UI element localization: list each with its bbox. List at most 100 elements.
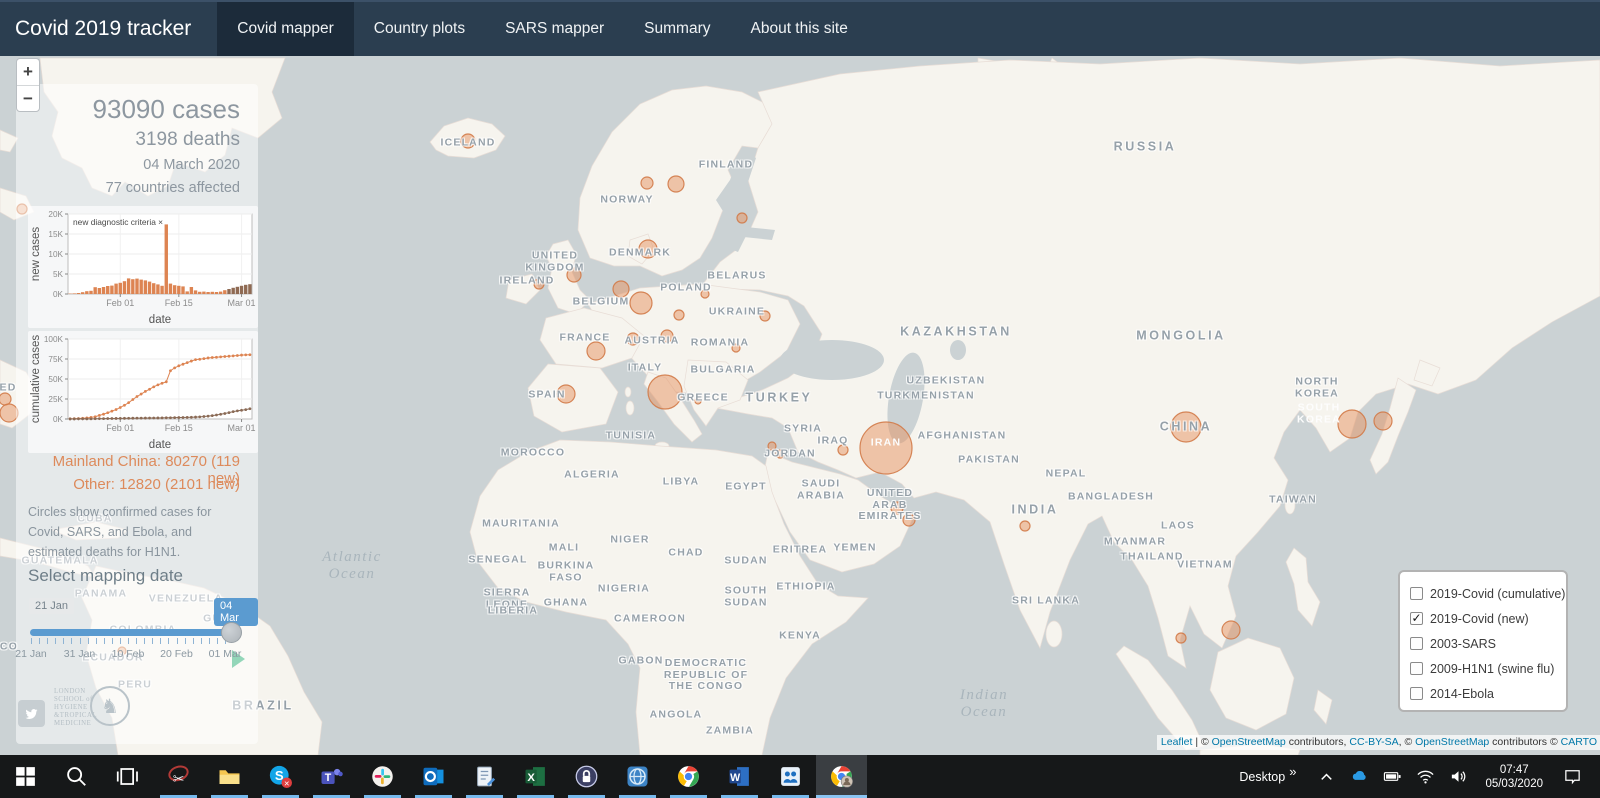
nav-item-sars-mapper[interactable]: SARS mapper <box>485 2 624 56</box>
svg-text:W: W <box>730 772 740 784</box>
legend-option-label[interactable]: 2019-Covid (new) <box>1430 612 1529 626</box>
taskbar-snipping-tool-icon[interactable]: ✂ <box>153 755 204 798</box>
desktop-toolbar-label[interactable]: Desktop <box>1239 770 1285 784</box>
case-circle[interactable] <box>768 442 776 450</box>
taskbar-keepass-icon[interactable] <box>561 755 612 798</box>
date-slider-track[interactable] <box>30 629 226 636</box>
total-deaths: 3198 deaths <box>135 129 240 151</box>
countries-affected: 77 countries affected <box>106 180 240 196</box>
case-circle[interactable] <box>661 330 673 342</box>
case-circle[interactable] <box>567 268 581 282</box>
clock[interactable]: 07:47 05/03/2020 <box>1485 763 1543 791</box>
case-circle[interactable] <box>639 240 657 258</box>
taskbar-skype-icon[interactable]: S× <box>255 755 306 798</box>
taskbar-excel-icon[interactable]: X <box>510 755 561 798</box>
case-circle[interactable] <box>903 514 915 526</box>
svg-text:10K: 10K <box>48 250 63 259</box>
legend-option-label[interactable]: 2009-H1N1 (swine flu) <box>1430 662 1554 676</box>
taskbar-file-explorer-icon[interactable] <box>204 755 255 798</box>
map-zoom-control: + − <box>16 58 40 112</box>
case-circle[interactable] <box>1222 621 1240 639</box>
show-hidden-icons-chevron[interactable] <box>1317 767 1336 786</box>
svg-text:Mar 01: Mar 01 <box>228 298 256 308</box>
date-slider-handle[interactable] <box>221 622 242 643</box>
taskbar-notepad-icon[interactable] <box>459 755 510 798</box>
nav-item-covid-mapper[interactable]: Covid mapper <box>217 2 354 56</box>
attribution-link[interactable]: OpenStreetMap <box>1415 736 1489 748</box>
case-circle[interactable] <box>557 385 575 403</box>
taskbar-start-icon[interactable] <box>0 755 51 798</box>
volume-icon[interactable] <box>1449 767 1468 786</box>
slider-current-date-badge: 04 Mar <box>214 598 258 626</box>
case-circle[interactable] <box>776 450 784 458</box>
svg-text:X: X <box>527 772 535 784</box>
taskbar-browser-icon[interactable] <box>612 755 663 798</box>
taskbar-chrome-icon[interactable] <box>663 755 714 798</box>
case-circle[interactable] <box>701 290 709 298</box>
cumulative-cases-chart: 0K25K50K75K100KFeb 01Feb 15Mar 01datecum… <box>28 331 258 453</box>
legend-option-label[interactable]: 2014-Ebola <box>1430 687 1494 701</box>
case-circle[interactable] <box>668 176 684 192</box>
battery-icon[interactable] <box>1383 767 1402 786</box>
toolbar-overflow-chevron[interactable]: » <box>1289 764 1296 779</box>
taskbar-teams-icon[interactable]: T <box>306 755 357 798</box>
case-circle[interactable] <box>630 292 652 314</box>
svg-text:cumulative cases: cumulative cases <box>30 335 42 423</box>
checkbox-unchecked[interactable] <box>1410 662 1423 675</box>
taskbar-outlook-icon[interactable] <box>408 755 459 798</box>
case-circle[interactable] <box>1338 410 1366 438</box>
legend-option-label[interactable]: 2003-SARS <box>1430 637 1496 651</box>
case-circle[interactable] <box>1374 412 1392 430</box>
checkbox-checked[interactable]: ✓ <box>1410 612 1423 625</box>
taskbar-ibm-notes-icon[interactable] <box>765 755 816 798</box>
nav-item-about-this-site[interactable]: About this site <box>731 2 868 56</box>
attribution-text: , © <box>1399 736 1416 748</box>
case-circle[interactable] <box>1020 521 1030 531</box>
taskbar-search-icon[interactable] <box>51 755 102 798</box>
checkbox-unchecked[interactable] <box>1410 687 1423 700</box>
attribution-link[interactable]: CC-BY-SA <box>1349 736 1398 748</box>
case-circle[interactable] <box>613 281 629 297</box>
case-circle[interactable] <box>587 342 605 360</box>
zoom-out-button[interactable]: − <box>17 85 39 111</box>
case-circle[interactable] <box>732 344 740 352</box>
zoom-in-button[interactable]: + <box>17 59 39 85</box>
taskbar-word-icon[interactable]: W <box>714 755 765 798</box>
legend-option-label[interactable]: 2019-Covid (cumulative) <box>1430 587 1565 601</box>
nav-item-summary[interactable]: Summary <box>624 2 730 56</box>
case-circle[interactable] <box>641 177 653 189</box>
case-circle[interactable] <box>737 213 747 223</box>
onedrive-icon[interactable] <box>1350 767 1369 786</box>
attribution-link[interactable]: CARTO <box>1561 736 1597 748</box>
case-circle[interactable] <box>648 375 682 409</box>
taskbar-task-view-icon[interactable] <box>102 755 153 798</box>
case-circle[interactable] <box>760 311 770 321</box>
total-cases: 93090 cases <box>93 94 240 125</box>
attribution-link[interactable]: OpenStreetMap <box>1212 736 1286 748</box>
checkbox-unchecked[interactable] <box>1410 637 1423 650</box>
wifi-icon[interactable] <box>1416 767 1435 786</box>
taskbar-slack-icon[interactable] <box>357 755 408 798</box>
case-circle[interactable] <box>674 310 684 320</box>
case-circle[interactable] <box>1176 633 1186 643</box>
case-circle[interactable] <box>627 333 639 345</box>
twitter-icon[interactable] <box>18 700 45 727</box>
case-circle[interactable] <box>860 422 912 474</box>
nav-item-country-plots[interactable]: Country plots <box>354 2 485 56</box>
app-title[interactable]: Covid 2019 tracker <box>0 2 217 56</box>
slider-axis-label: 10 Feb <box>112 648 145 660</box>
case-circle[interactable] <box>891 502 903 514</box>
attribution-link[interactable]: Leaflet <box>1161 736 1193 748</box>
case-circle[interactable] <box>1171 412 1201 442</box>
case-circle[interactable] <box>534 279 544 289</box>
taskbar-chrome-profile-icon[interactable] <box>816 755 867 798</box>
svg-text:100K: 100K <box>44 335 64 344</box>
case-circle[interactable] <box>0 393 11 405</box>
case-circle[interactable] <box>695 398 701 404</box>
case-circle[interactable] <box>838 445 848 455</box>
checkbox-unchecked[interactable] <box>1410 587 1423 600</box>
case-circle[interactable] <box>461 134 475 148</box>
map-attribution: Leaflet | © OpenStreetMap contributors, … <box>1157 735 1600 750</box>
action-center-icon[interactable] <box>1563 767 1582 786</box>
legend-option: 2014-Ebola <box>1410 681 1556 706</box>
